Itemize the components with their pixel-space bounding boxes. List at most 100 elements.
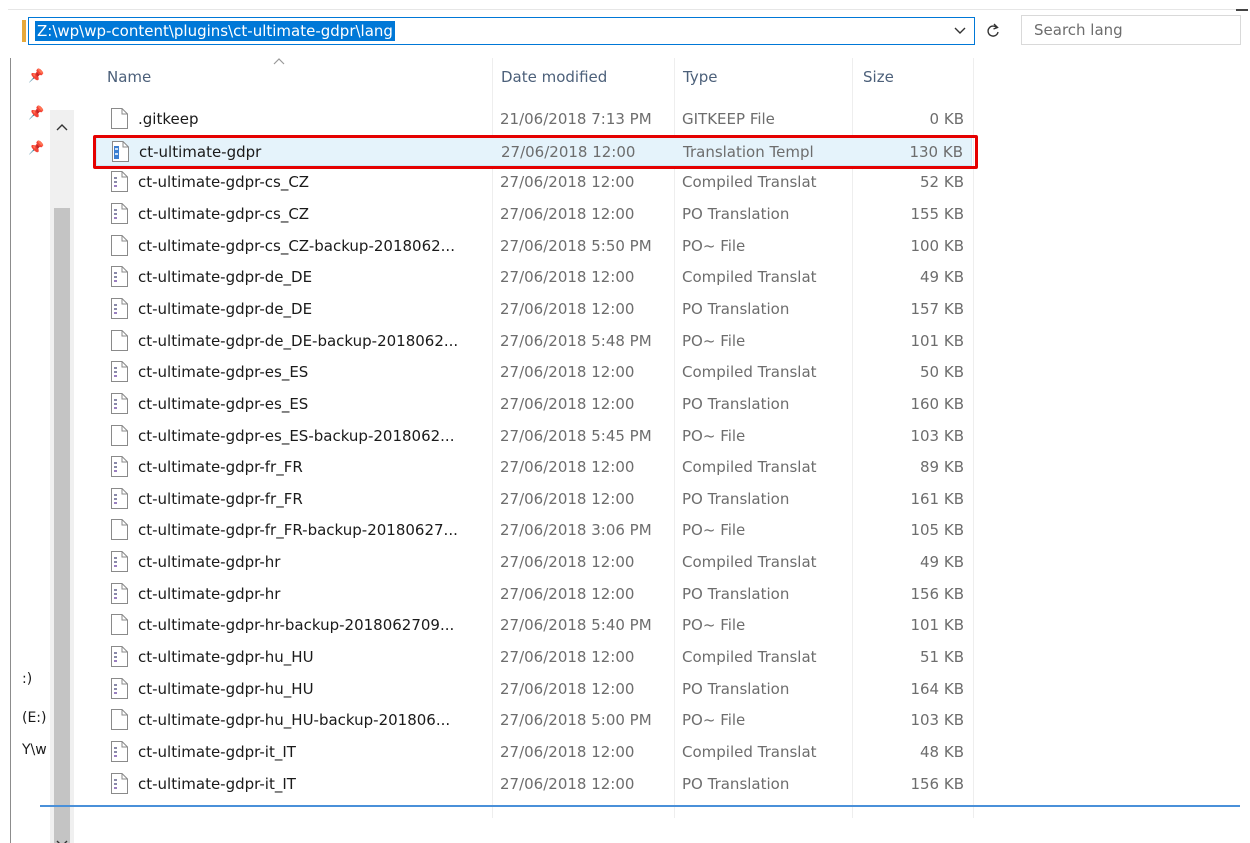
translation-file-icon [111,392,128,414]
file-row[interactable]: ct-ultimate-gdpr-fr_FR-backup-20180627..… [96,515,972,545]
scroll-down-icon[interactable] [53,835,71,843]
nav-item[interactable]: (E:) [22,710,47,726]
file-size: 50 KB [920,363,964,382]
column-header-name[interactable]: Name [107,64,151,90]
blank-file-icon [111,709,128,731]
translation-file-icon [111,582,128,604]
file-name: ct-ultimate-gdpr-es_ES [138,394,309,413]
file-size: 157 KB [910,299,964,318]
file-row[interactable]: ct-ultimate-gdpr-cs_CZ-backup-2018062...… [96,231,972,261]
file-row[interactable]: ct-ultimate-gdpr-hr 27/06/2018 12:00 PO Tr… [96,579,972,609]
file-name: ct-ultimate-gdpr-es_ES-backup-2018062... [138,426,455,445]
pane-divider [40,805,1240,807]
file-type: PO~ File [682,616,746,635]
file-size: 100 KB [910,236,964,255]
file-type: Compiled Translat [682,363,817,382]
file-type: PO~ File [682,426,746,445]
file-name: ct-ultimate-gdpr-de_DE-backup-2018062... [138,331,459,350]
pin-icon[interactable]: 📌 [28,70,44,84]
file-row[interactable]: ct-ultimate-gdpr-de_DE 27/06/2018 12:00 Co… [96,262,972,292]
file-row[interactable]: ct-ultimate-gdpr-de_DE 27/06/2018 12:00 PO… [96,294,972,324]
file-row[interactable]: ct-ultimate-gdpr-hu_HU 27/06/2018 12:00 PO… [96,674,972,704]
blank-file-icon [111,614,128,636]
file-date: 27/06/2018 12:00 [500,394,635,413]
file-row[interactable]: ct-ultimate-gdpr-it_IT 27/06/2018 12:00 PO… [96,769,972,799]
file-row[interactable]: .gitkeep 21/06/2018 7:13 PM GITKEEP File 0 … [96,104,972,134]
file-size: 161 KB [910,489,964,508]
refresh-icon[interactable] [982,17,1004,45]
file-row[interactable]: ct-ultimate-gdpr-cs_CZ 27/06/2018 12:00 PO… [96,199,972,229]
file-type: PO Translation [682,584,790,603]
column-header-type[interactable]: Type [683,64,717,90]
file-date: 27/06/2018 12:00 [500,774,635,793]
file-type: PO Translation [682,489,790,508]
file-type: Compiled Translat [682,458,817,477]
file-name: ct-ultimate-gdpr-it_IT [138,743,296,761]
file-row[interactable]: ct-ultimate-gdpr-hr-backup-2018062709...… [96,610,972,640]
scroll-thumb[interactable] [54,208,70,843]
file-row[interactable]: ct-ultimate-gdpr-es_ES 27/06/2018 12:00 PO… [96,389,972,419]
file-row[interactable]: ct-ultimate-gdpr-de_DE-backup-2018062...… [96,326,972,356]
translation-file-icon [111,741,128,762]
pin-icon[interactable]: 📌 [28,107,44,121]
file-type: PO Translation [682,774,790,793]
address-path[interactable]: Z:\wp\wp-content\plugins\ct-ultimate-gdp… [35,21,395,41]
file-name: ct-ultimate-gdpr-cs_CZ [138,173,310,192]
file-date: 27/06/2018 12:00 [500,268,635,287]
file-type: PO Translation [682,679,790,698]
column-separator[interactable] [973,58,974,818]
file-date: 27/06/2018 12:00 [500,648,635,667]
file-row[interactable]: ct-ultimate-gdpr-fr_FR 27/06/2018 12:00 Co… [96,452,972,482]
file-size: 156 KB [910,774,964,793]
file-type: PO Translation [682,204,790,223]
file-type: PO Translation [682,299,790,318]
file-size: 52 KB [920,173,964,192]
file-row[interactable]: ct-ultimate-gdpr-es_ES 27/06/2018 12:00 Co… [96,357,972,387]
translation-file-icon [111,677,128,699]
file-size: 48 KB [920,743,964,761]
sort-ascending-icon [273,53,285,69]
scroll-up-icon[interactable] [53,118,71,136]
file-row[interactable]: ct-ultimate-gdpr-fr_FR 27/06/2018 12:00 PO… [96,484,972,514]
file-date: 27/06/2018 12:00 [500,743,635,761]
file-row[interactable]: ct-ultimate-gdpr-hr 27/06/2018 12:00 Compi… [96,547,972,577]
file-date: 27/06/2018 3:06 PM [500,521,652,540]
file-date: 27/06/2018 5:00 PM [500,711,652,730]
nav-item[interactable]: :) [22,671,32,687]
file-name: ct-ultimate-gdpr-de_DE [138,299,313,318]
translation-file-icon [111,487,128,509]
file-date: 27/06/2018 12:00 [500,173,635,192]
minimize-icon[interactable] [1236,9,1248,11]
file-size: 164 KB [910,679,964,698]
nav-item[interactable]: Y\w [22,742,47,758]
file-row[interactable]: ct-ultimate-gdpr 27/06/2018 12:00 Translat… [96,135,972,166]
chevron-down-icon[interactable] [950,21,970,41]
file-type: PO~ File [682,711,746,730]
file-row[interactable]: ct-ultimate-gdpr-hu_HU-backup-201806... 2… [96,705,972,735]
search-input[interactable]: Search lang [1021,15,1241,45]
file-type: Compiled Translat [682,553,817,572]
file-name: ct-ultimate-gdpr-cs_CZ [138,204,310,223]
file-row[interactable]: ct-ultimate-gdpr-it_IT 27/06/2018 12:00 Co… [96,737,972,767]
column-header-date[interactable]: Date modified [501,64,607,90]
translation-file-icon [111,456,128,478]
navigation-pane: 📌 📌 📌 :) (E:) Y\w [0,55,80,843]
file-size: 49 KB [920,268,964,287]
file-date: 27/06/2018 5:48 PM [500,331,652,350]
pin-icon[interactable]: 📌 [28,142,44,156]
file-name: ct-ultimate-gdpr [139,142,262,161]
file-type: Compiled Translat [682,648,817,667]
file-size: 103 KB [910,711,964,730]
file-date: 27/06/2018 12:00 [501,142,636,161]
translation-file-icon [111,361,128,383]
file-date: 27/06/2018 5:40 PM [500,616,652,635]
blank-file-icon [111,424,128,446]
nav-scrollbar[interactable] [50,110,74,843]
file-row[interactable]: ct-ultimate-gdpr-hu_HU 27/06/2018 12:00 Co… [96,642,972,672]
file-name: ct-ultimate-gdpr-hu_HU [138,679,314,698]
address-bar[interactable]: Z:\wp\wp-content\plugins\ct-ultimate-gdp… [28,17,975,45]
file-row[interactable]: ct-ultimate-gdpr-cs_CZ 27/06/2018 12:00 Co… [96,167,972,197]
file-size: 49 KB [920,553,964,572]
column-header-size[interactable]: Size [863,64,894,90]
file-row[interactable]: ct-ultimate-gdpr-es_ES-backup-2018062...… [96,421,972,451]
